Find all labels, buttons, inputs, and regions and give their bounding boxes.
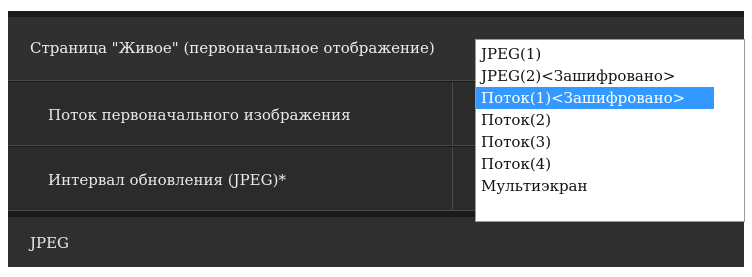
- jpeg-section-title: JPEG: [30, 234, 70, 252]
- refresh-interval-label: Интервал обновления (JPEG)*: [48, 171, 286, 189]
- dropdown-option-multiscreen[interactable]: Мультиэкран: [476, 175, 744, 197]
- dropdown-option-stream4[interactable]: Поток(4): [476, 153, 744, 175]
- live-page-section-title: Страница "Живое" (первоначальное отображ…: [30, 39, 435, 57]
- dropdown-option-stream2[interactable]: Поток(2): [476, 109, 744, 131]
- initial-stream-label: Поток первоначального изображения: [48, 106, 351, 124]
- dropdown-option-jpeg1[interactable]: JPEG(1): [476, 43, 744, 65]
- jpeg-section-header: JPEG: [8, 217, 744, 267]
- stream-select-dropdown[interactable]: JPEG(1) JPEG(2)<Зашифровано> Поток(1)<За…: [475, 39, 745, 222]
- dropdown-option-stream3[interactable]: Поток(3): [476, 131, 744, 153]
- row-divider: [452, 147, 453, 210]
- dropdown-option-stream1-encrypted[interactable]: Поток(1)<Зашифровано>: [476, 87, 714, 109]
- row-divider: [452, 82, 453, 145]
- dropdown-option-jpeg2-encrypted[interactable]: JPEG(2)<Зашифровано>: [476, 65, 744, 87]
